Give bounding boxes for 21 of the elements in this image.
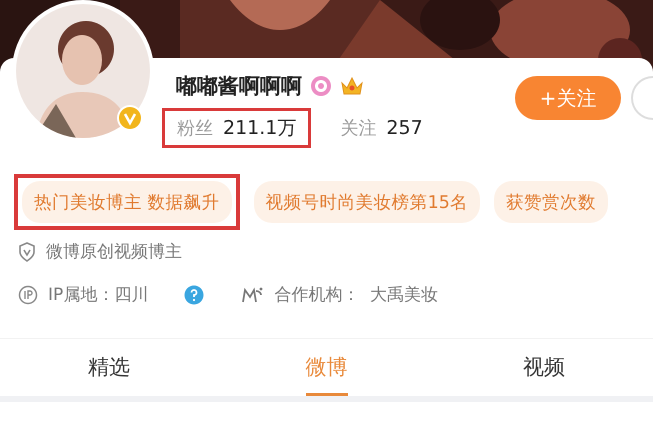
location-badge-icon (18, 284, 38, 304)
tag[interactable]: 获赞赏次数 (494, 181, 608, 223)
stat-label: 关注 (340, 117, 376, 140)
crown-icon (340, 75, 364, 97)
help-icon[interactable] (184, 284, 204, 304)
more-button[interactable] (631, 76, 653, 120)
stat-value: 257 (386, 117, 423, 139)
info-text: 微博原创视频博主 (46, 241, 182, 263)
shield-icon (18, 242, 36, 262)
info-text: IP属地：四川 (48, 284, 148, 306)
stat-label: 粉丝 (177, 117, 213, 140)
tab[interactable]: 视频 (435, 339, 653, 396)
tab[interactable]: 精选 (0, 339, 218, 396)
user-name: 嘟嘟酱啊啊啊 (176, 73, 302, 100)
badge-icon (310, 75, 332, 97)
info-text: 合作机构： 大禹美妆 (274, 284, 438, 306)
tag[interactable]: 视频号时尚美妆榜第15名 (254, 181, 480, 223)
tab[interactable]: 微博 (218, 339, 436, 396)
follow-button[interactable]: +关注 (515, 76, 621, 120)
stat-value: 211.1万 (223, 116, 296, 141)
tag[interactable]: 热门美妆博主 数据飙升 (22, 181, 232, 223)
